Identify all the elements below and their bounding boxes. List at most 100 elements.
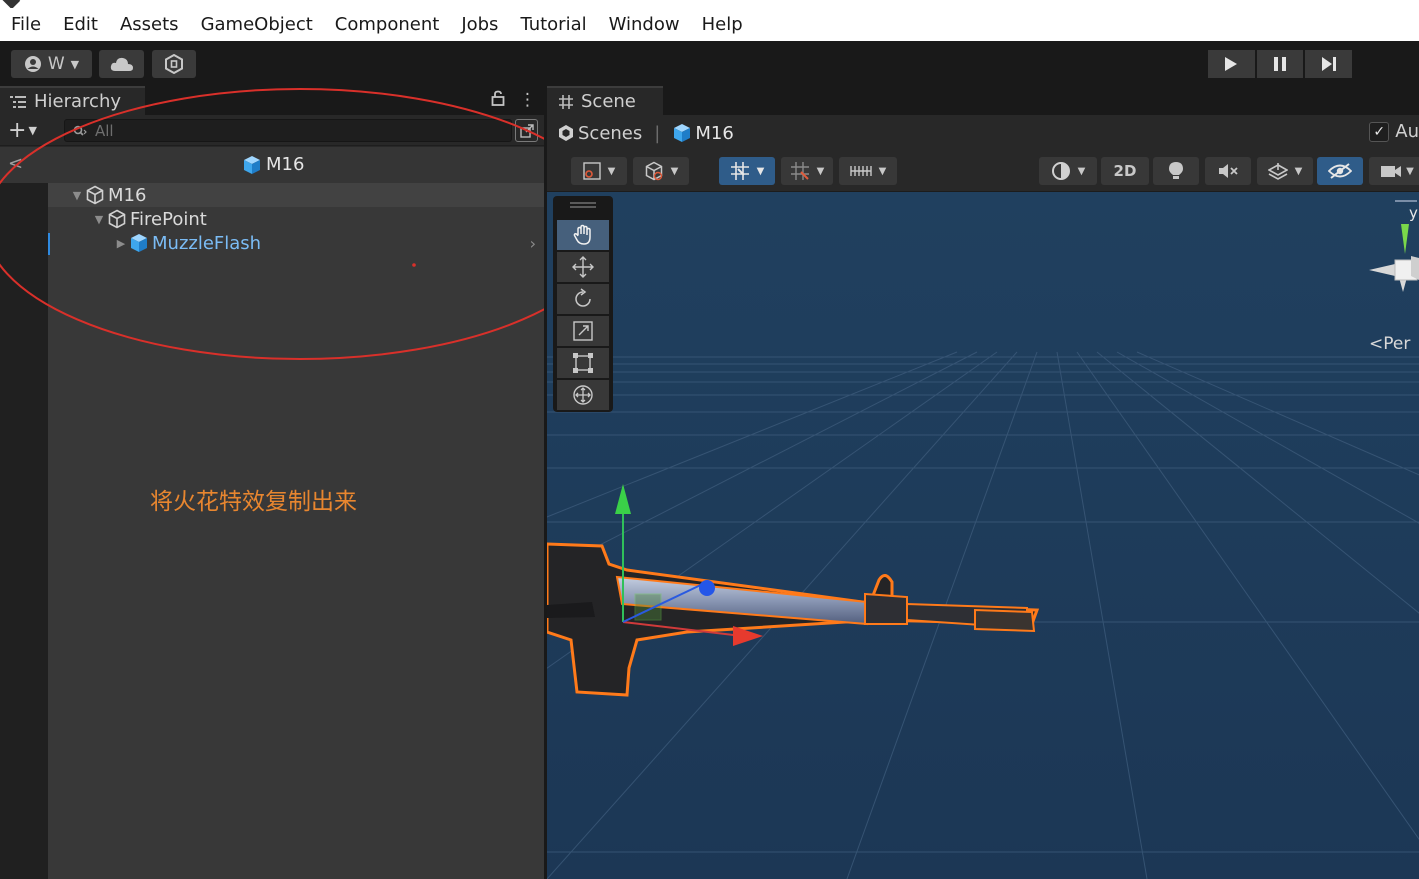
- window-titlebar: [0, 0, 1419, 8]
- unity-scene-icon: [559, 125, 573, 141]
- scene-view-toolbar: ▼ ▼ ▼ ▼ ▼ ▼ 2D ▼ ▼: [547, 151, 1419, 192]
- lock-icon[interactable]: [491, 90, 505, 111]
- chevron-down-icon: ▼: [1406, 165, 1414, 177]
- grid-hash-icon: [559, 94, 573, 109]
- tree-row-label: MuzzleFlash: [152, 232, 262, 254]
- scene-breadcrumb: Scenes | M16 ✓ Au: [547, 115, 1419, 151]
- prefab-mode-title-label: M16: [266, 154, 305, 175]
- auto-save-label: Au: [1395, 121, 1419, 142]
- annotation-note: 将火花特效复制出来: [150, 489, 357, 515]
- draw-mode-dropdown[interactable]: ▼: [1039, 157, 1097, 185]
- cloud-icon: [110, 57, 133, 71]
- rotate-tool-button[interactable]: [557, 284, 609, 314]
- create-dropdown[interactable]: + ▼: [8, 118, 37, 143]
- pause-icon: [1274, 57, 1286, 71]
- menu-file[interactable]: File: [11, 14, 41, 35]
- snap-increment-dropdown[interactable]: ▼: [781, 157, 833, 185]
- menu-assets[interactable]: Assets: [120, 14, 179, 35]
- search-placeholder: All: [95, 121, 114, 140]
- effects-layers-icon: [1267, 163, 1288, 180]
- breadcrumb-scenes[interactable]: Scenes: [578, 123, 642, 144]
- hand-tool-button[interactable]: [557, 220, 609, 250]
- grid-snapping-toggle[interactable]: ▼: [719, 157, 775, 185]
- hierarchy-list-icon: [10, 95, 26, 108]
- shaded-sphere-icon: [1051, 162, 1070, 180]
- tree-row-muzzleflash[interactable]: ▶ MuzzleFlash ›: [48, 231, 544, 255]
- gizmo-y-label: y: [1409, 204, 1418, 222]
- menu-help[interactable]: Help: [702, 14, 743, 35]
- audio-toggle[interactable]: [1205, 157, 1251, 185]
- tree-row-m16[interactable]: ▼ M16: [48, 183, 544, 207]
- hand-icon: [573, 224, 591, 245]
- increment-snap-dropdown[interactable]: ▼: [839, 157, 897, 185]
- chevron-down-icon: ▼: [670, 165, 679, 177]
- auto-save-checkbox[interactable]: ✓: [1369, 121, 1390, 142]
- more-options-icon[interactable]: ⋮: [519, 90, 536, 111]
- tree-row-firepoint[interactable]: ▼ FirePoint: [48, 207, 544, 231]
- menu-gameobject[interactable]: GameObject: [201, 14, 313, 35]
- menu-jobs[interactable]: Jobs: [461, 14, 498, 35]
- grid-snap-icon: [730, 162, 749, 180]
- collapse-arrow-icon[interactable]: ▶: [114, 237, 128, 250]
- pause-button[interactable]: [1256, 50, 1304, 78]
- cloud-button[interactable]: [99, 50, 144, 78]
- chevron-down-icon: ▼: [816, 165, 825, 177]
- account-icon: [24, 56, 41, 72]
- menu-tutorial[interactable]: Tutorial: [520, 14, 586, 35]
- back-arrow-icon[interactable]: <: [8, 153, 23, 174]
- chevron-down-icon: ▼: [878, 165, 887, 177]
- scale-tool-button[interactable]: [557, 316, 609, 346]
- collab-button[interactable]: [152, 50, 196, 78]
- account-dropdown[interactable]: W ▼: [11, 50, 92, 78]
- search-options-button[interactable]: [515, 119, 538, 142]
- pivot-icon: [582, 162, 601, 180]
- prefab-override-marker: [48, 233, 50, 255]
- hierarchy-search-input[interactable]: All: [64, 119, 512, 142]
- ruler-icon: [849, 166, 872, 176]
- tree-row-label: FirePoint: [130, 208, 207, 230]
- play-button[interactable]: [1208, 50, 1255, 78]
- chevron-down-icon: ▼: [28, 124, 37, 137]
- perspective-toggle[interactable]: <Per: [1369, 334, 1410, 354]
- external-window-icon: [519, 123, 534, 138]
- rect-transform-icon: [573, 353, 593, 373]
- hierarchy-gutter: [0, 183, 48, 879]
- camera-icon: [1381, 166, 1402, 177]
- menu-component[interactable]: Component: [335, 14, 440, 35]
- lighting-toggle[interactable]: [1153, 157, 1199, 185]
- search-icon: [73, 125, 87, 136]
- scene-visibility-toggle[interactable]: [1317, 157, 1363, 185]
- tool-handle-rotation-dropdown[interactable]: ▼: [633, 157, 689, 185]
- gameobject-cube-icon: [106, 208, 128, 230]
- breadcrumb-m16[interactable]: M16: [695, 123, 733, 144]
- camera-settings-dropdown[interactable]: ▼: [1369, 157, 1419, 185]
- move-tool-button[interactable]: [557, 252, 609, 282]
- prefab-cube-icon: [674, 124, 691, 142]
- expand-arrow-icon[interactable]: ▼: [92, 213, 106, 226]
- transform-combined-icon: [573, 385, 593, 405]
- tab-hierarchy[interactable]: Hierarchy: [0, 86, 145, 115]
- menu-edit[interactable]: Edit: [63, 14, 98, 35]
- rect-tool-button[interactable]: [557, 348, 609, 378]
- expand-arrow-icon[interactable]: ▼: [70, 189, 84, 202]
- tree-row-label: M16: [108, 184, 147, 206]
- menu-window[interactable]: Window: [609, 14, 680, 35]
- auto-save-toggle[interactable]: ✓ Au: [1369, 121, 1419, 142]
- chevron-down-icon: ▼: [756, 165, 765, 177]
- hierarchy-tree: ▼ M16 ▼ FirePoint ▶ MuzzleFlash ›: [48, 183, 544, 879]
- effects-dropdown[interactable]: ▼: [1257, 157, 1313, 185]
- tab-hierarchy-label: Hierarchy: [34, 91, 122, 112]
- prefab-cube-icon: [244, 155, 260, 174]
- tab-scene[interactable]: Scene: [547, 86, 663, 115]
- tool-handle-position-dropdown[interactable]: ▼: [571, 157, 627, 185]
- lightbulb-icon: [1169, 162, 1183, 179]
- account-label: W: [47, 54, 65, 74]
- scene-viewport[interactable]: [547, 192, 1419, 879]
- 2d-toggle[interactable]: 2D: [1101, 157, 1149, 185]
- step-button[interactable]: [1305, 50, 1353, 78]
- play-icon: [1225, 57, 1238, 71]
- prefab-mode-header: < M16: [0, 147, 544, 183]
- open-prefab-chevron-icon[interactable]: ›: [530, 234, 536, 253]
- transform-tool-button[interactable]: [557, 380, 609, 410]
- palette-drag-handle[interactable]: [570, 202, 596, 204]
